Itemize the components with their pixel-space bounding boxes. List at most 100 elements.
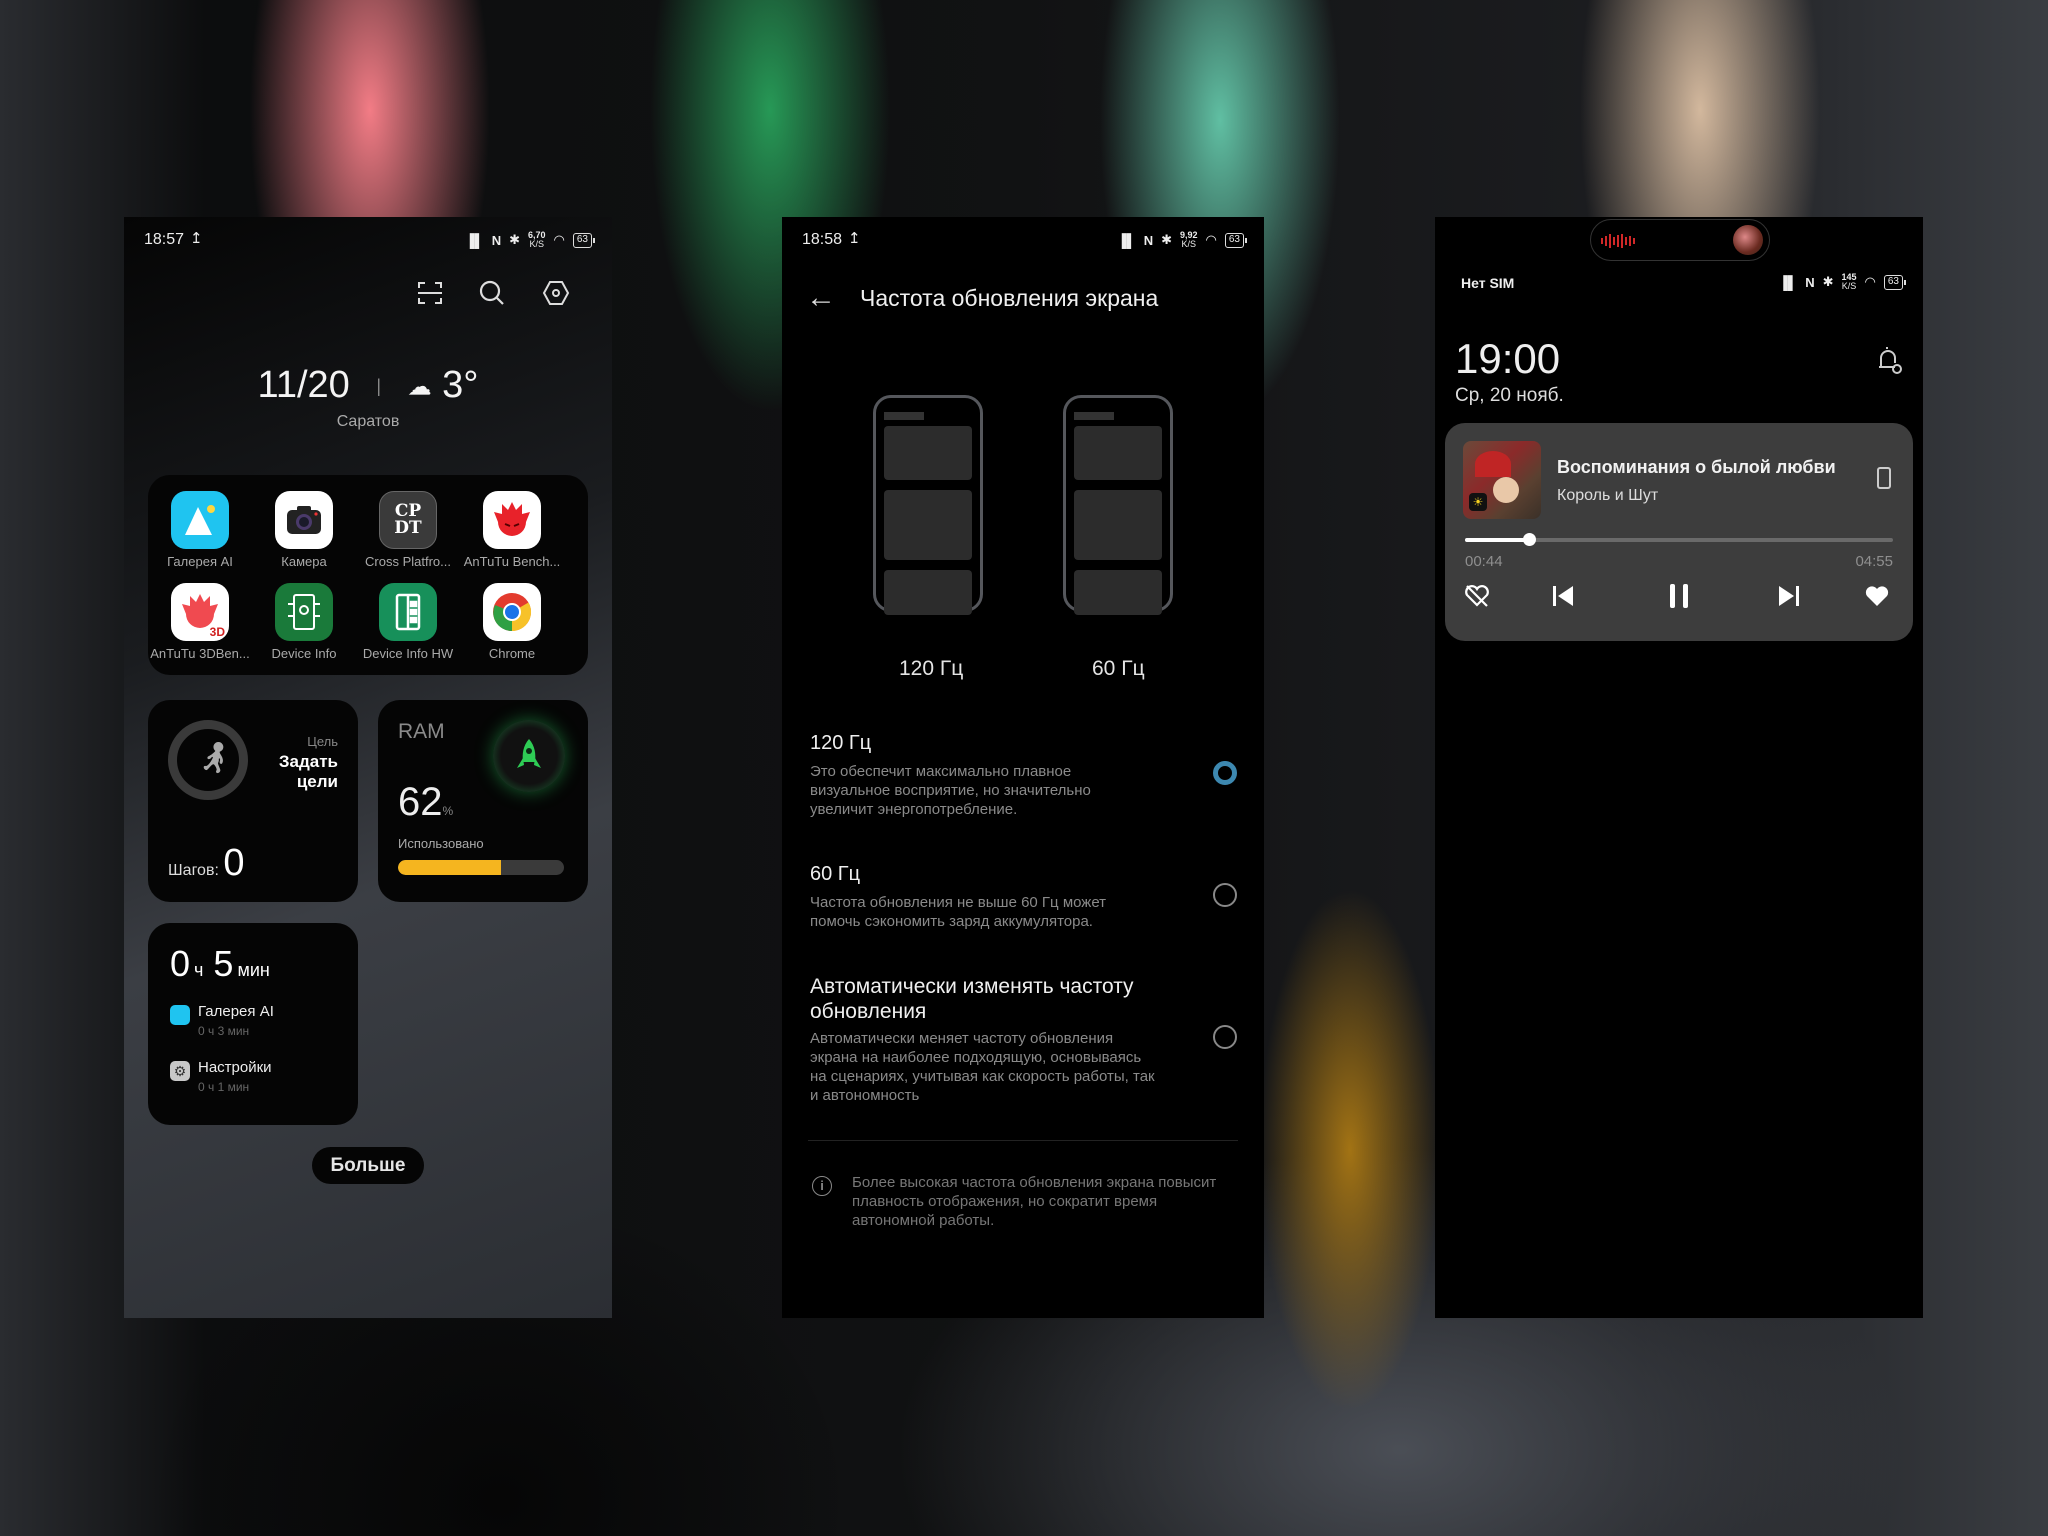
duration: 04:55 bbox=[1855, 553, 1893, 570]
steps-widget[interactable]: 🚶︎ Цель Задать цели Шагов: 0 bbox=[148, 700, 358, 902]
preview-120hz bbox=[873, 395, 983, 615]
ram-progress-bar bbox=[398, 860, 564, 875]
song-title: Воспоминания о былой любви bbox=[1557, 457, 1836, 477]
seek-bar[interactable] bbox=[1465, 533, 1893, 546]
scan-icon[interactable] bbox=[414, 279, 446, 311]
device-info-icon bbox=[275, 583, 333, 641]
album-art-thumb bbox=[1733, 225, 1763, 255]
city: Саратов bbox=[336, 413, 400, 430]
app-antutu-3d[interactable]: 3D AnTuTu 3DBen... bbox=[150, 583, 250, 661]
app-antutu[interactable]: AnTuTu Bench... bbox=[462, 491, 562, 569]
lock-date: Ср, 20 нояб. bbox=[1455, 385, 1564, 406]
upload-icon: ↥ bbox=[848, 230, 861, 247]
lock-screen: Нет SIM ▐▌ N ✱ 145 K/S ◠ 63 19:00 Ср, 20 … bbox=[1435, 217, 1923, 1318]
status-bar: 18:58 ↥ ▐▌ N ✱ 9,92 K/S ◠ 63 bbox=[782, 230, 1264, 261]
date-weather[interactable]: 11/20 | ☁ 3° bbox=[124, 364, 612, 407]
back-arrow-icon[interactable]: ← bbox=[806, 281, 836, 315]
battery-icon: 63 bbox=[1224, 232, 1248, 248]
vibrate-icon: ▐▌ bbox=[1778, 274, 1798, 290]
wifi-icon: ◠ bbox=[1864, 274, 1876, 289]
app-badge-icon: ☀ bbox=[1469, 493, 1487, 511]
song-artist: Король и Шут bbox=[1557, 487, 1659, 504]
album-art[interactable]: ☀ bbox=[1463, 441, 1541, 519]
next-icon[interactable] bbox=[1771, 583, 1807, 615]
home-screen: 18:57 ↥ ▐▌ N ✱ 6,70 K/S ◠ 63 11/20 | ☁ 3°… bbox=[124, 217, 612, 1318]
app-device-info-hw[interactable]: Device Info HW bbox=[358, 583, 458, 661]
audio-wave-icon bbox=[1601, 234, 1635, 248]
search-icon[interactable] bbox=[476, 279, 508, 311]
vibrate-icon: ▐▌ bbox=[1117, 232, 1136, 248]
radio-120hz[interactable] bbox=[1213, 761, 1237, 785]
date-text: 11/20 bbox=[257, 364, 350, 406]
seek-handle[interactable] bbox=[1522, 533, 1536, 546]
net-speed: 9,92 K/S bbox=[1180, 230, 1198, 249]
radio-60hz[interactable] bbox=[1213, 883, 1237, 907]
pause-icon[interactable] bbox=[1661, 583, 1697, 616]
output-device-icon[interactable] bbox=[1877, 467, 1891, 489]
media-player: ☀ Воспоминания о былой любви Король и Шу… bbox=[1445, 423, 1913, 641]
notification-bell-icon[interactable] bbox=[1875, 345, 1903, 382]
bluetooth-icon: ✱ bbox=[1161, 232, 1172, 247]
upload-icon: ↥ bbox=[190, 230, 203, 247]
nfc-icon: N bbox=[1143, 232, 1154, 248]
app-chrome[interactable]: Chrome bbox=[462, 583, 562, 661]
net-speed: 145 K/S bbox=[1841, 272, 1857, 291]
more-button[interactable]: Больше bbox=[312, 1147, 424, 1184]
ram-used-label: Использовано bbox=[398, 836, 484, 851]
previous-icon[interactable] bbox=[1545, 583, 1581, 615]
page-title: Частота обновления экрана bbox=[860, 285, 1159, 311]
refresh-rate-screen: 18:58 ↥ ▐▌ N ✱ 9,92 K/S ◠ 63 ← Частота об… bbox=[782, 217, 1264, 1318]
net-speed: 6,70 K/S bbox=[528, 230, 546, 249]
ram-percent: 62% bbox=[398, 780, 454, 824]
radio-auto[interactable] bbox=[1213, 1025, 1237, 1049]
usage-app-name: Настройки bbox=[198, 1059, 272, 1076]
ram-progress-fill bbox=[398, 860, 501, 875]
usage-app-name: Галерея AI bbox=[198, 1003, 274, 1020]
separator: | bbox=[376, 376, 382, 397]
device-info-hw-icon bbox=[379, 583, 437, 641]
ram-widget[interactable]: RAM 62% Использовано bbox=[378, 700, 588, 902]
app-gallery[interactable]: Галерея AI bbox=[150, 491, 250, 569]
status-bar: 18:57 ↥ ▐▌ N ✱ 6,70 K/S ◠ 63 bbox=[124, 230, 612, 261]
app-folder: Галерея AI Камера CP DT Cross Platfro... … bbox=[148, 475, 588, 675]
boost-button[interactable] bbox=[493, 720, 565, 792]
info-text: Более высокая частота обновления экрана … bbox=[852, 1174, 1217, 1229]
dynamic-island[interactable] bbox=[1590, 219, 1770, 261]
cloud-icon: ☁ bbox=[407, 373, 432, 401]
vibrate-icon: ▐▌ bbox=[465, 232, 484, 248]
gallery-icon bbox=[171, 491, 229, 549]
elapsed-time: 00:44 bbox=[1465, 553, 1503, 570]
wifi-icon: ◠ bbox=[553, 232, 565, 247]
preview-60hz bbox=[1063, 395, 1173, 615]
option-description: Это обеспечит максимально плавное визуал… bbox=[810, 763, 1091, 818]
set-goal-link[interactable]: Задать цели bbox=[258, 752, 338, 792]
gallery-icon bbox=[170, 1005, 190, 1025]
rocket-icon bbox=[517, 739, 541, 768]
option-title: 60 Гц bbox=[810, 863, 861, 885]
status-time: 18:58 bbox=[802, 231, 843, 248]
settings-icon: ⚙ bbox=[170, 1061, 190, 1081]
app-device-info[interactable]: Device Info bbox=[254, 583, 354, 661]
dislike-icon[interactable] bbox=[1459, 583, 1495, 615]
bluetooth-icon: ✱ bbox=[509, 232, 520, 247]
temperature: 3° bbox=[442, 364, 479, 406]
divider bbox=[808, 1140, 1238, 1141]
usage-app-time: 0 ч 3 мин bbox=[198, 1024, 250, 1038]
app-camera[interactable]: Камера bbox=[254, 491, 354, 569]
wifi-icon: ◠ bbox=[1205, 232, 1217, 247]
usage-app-time: 0 ч 1 мин bbox=[198, 1080, 250, 1094]
total-time: 0 ч 5 мин bbox=[170, 943, 270, 984]
antutu-3d-icon: 3D bbox=[171, 583, 229, 641]
cpdt-icon: CP DT bbox=[379, 491, 437, 549]
hex-settings-icon[interactable] bbox=[540, 279, 572, 311]
like-icon[interactable] bbox=[1859, 583, 1895, 615]
app-cpdt[interactable]: CP DT Cross Platfro... bbox=[358, 491, 458, 569]
screen-time-widget[interactable]: 0 ч 5 мин Галерея AI 0 ч 3 мин ⚙ Настройки … bbox=[148, 923, 358, 1125]
clock: 19:00 bbox=[1455, 335, 1561, 382]
bluetooth-icon: ✱ bbox=[1822, 274, 1834, 289]
option-title: 120 Гц bbox=[810, 732, 872, 754]
chrome-icon bbox=[483, 583, 541, 641]
steps-count: Шагов: 0 bbox=[168, 842, 245, 884]
preview-label-120: 120 Гц bbox=[899, 657, 964, 680]
seek-fill bbox=[1465, 538, 1529, 542]
